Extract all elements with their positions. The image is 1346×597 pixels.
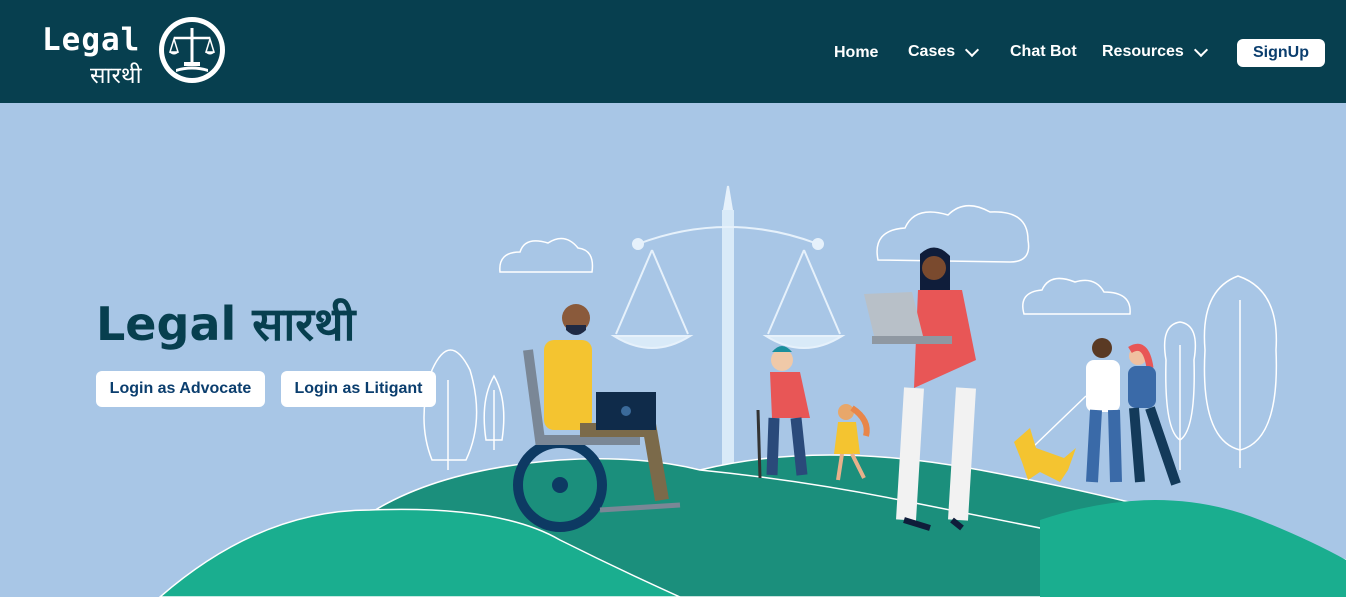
hero-title: Legal सारथी (96, 297, 356, 351)
nav-home-label: Home (834, 44, 879, 61)
login-litigant-button[interactable]: Login as Litigant (281, 371, 436, 407)
chevron-down-icon (1193, 42, 1208, 57)
brand-word: Legal (42, 22, 141, 58)
chevron-down-icon (965, 42, 980, 57)
top-navbar: Legal सारथी Home Cases Chat Bot Resource… (0, 0, 1346, 103)
nav-cases-dropdown[interactable]: Cases (908, 37, 980, 67)
nav-home[interactable]: Home (834, 38, 878, 68)
scales-of-justice-icon (159, 17, 225, 83)
brand-subword: सारथी (90, 63, 142, 89)
brand-logo[interactable]: Legal सारथी (40, 14, 230, 90)
nav-chatbot[interactable]: Chat Bot (1010, 37, 1077, 67)
nav-cases-label: Cases (908, 43, 956, 60)
signup-button[interactable]: SignUp (1237, 39, 1325, 67)
nav-resources-dropdown[interactable]: Resources (1102, 37, 1208, 67)
hill-front-right (1040, 500, 1346, 597)
couple-dog-illustration (1014, 338, 1181, 486)
login-advocate-button[interactable]: Login as Advocate (96, 371, 265, 407)
nav-chatbot-label: Chat Bot (1010, 43, 1077, 60)
cloud-illustrations (499, 205, 1131, 315)
nav-resources-label: Resources (1102, 43, 1184, 60)
